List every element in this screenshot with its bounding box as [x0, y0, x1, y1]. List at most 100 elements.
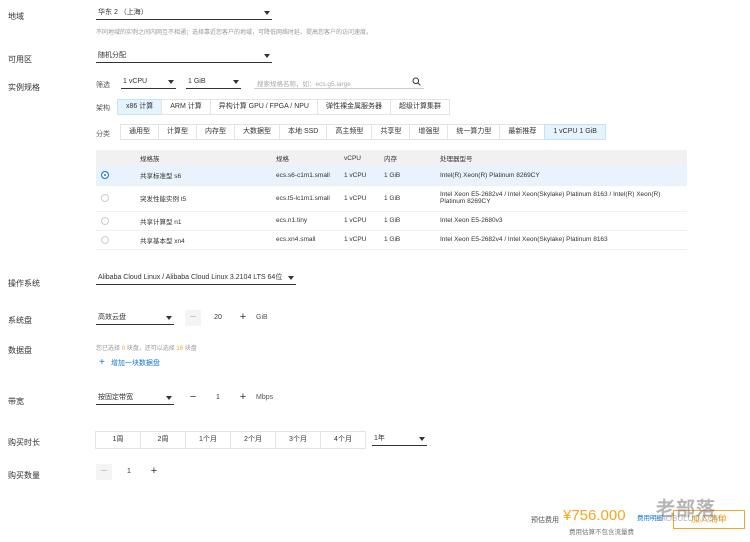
col-family: 规格族	[136, 150, 272, 166]
fee-note: 费用估算不包含流量费	[569, 529, 634, 536]
search-input[interactable]: 搜索规格名称，如：ecs.g5.large	[257, 78, 351, 88]
spec-table: 规格族 规格 vCPU 内存 处理器型号 共享标准型 s6 ecs.s6-c1m1…	[96, 150, 687, 250]
quantity-minus-button[interactable]: −	[96, 464, 112, 480]
cell-vcpu: 1 vCPU	[340, 230, 380, 250]
vcpu-select[interactable]: 1 vCPU	[121, 75, 176, 89]
sysdisk-type: 高效云盘	[98, 314, 126, 321]
quantity-input[interactable]: 1	[112, 464, 146, 480]
zone-label: 可用区	[8, 55, 32, 64]
table-row[interactable]: 共享计算型 n1 ecs.n1.tiny 1 vCPU 1 GiB Intel Xeon…	[96, 211, 687, 231]
sysdisk-label: 系统盘	[8, 316, 32, 325]
bandwidth-input[interactable]: 1	[201, 390, 235, 406]
col-cpu: 处理器型号	[436, 150, 687, 166]
bandwidth-unit: Mbps	[256, 394, 274, 401]
category-tab[interactable]: 增强型	[409, 124, 449, 140]
duration-label: 购买时长	[8, 438, 40, 447]
category-tab[interactable]: 最新推荐	[499, 124, 546, 140]
cell-family: 共享标准型 s6	[136, 166, 272, 186]
os-select[interactable]: Alibaba Cloud Linux / Alibaba Cloud Linu…	[96, 271, 296, 285]
region-hint: 不同地域的实例之间内网互不相通；选择靠近您客户的地域，可降低网络时延、提高您客户…	[96, 30, 373, 36]
category-tab[interactable]: 共享型	[371, 124, 411, 140]
category-tab[interactable]: 高主频型	[326, 124, 373, 140]
bandwidth-plus-button[interactable]: +	[235, 390, 251, 406]
duration-tab[interactable]: 2个月	[230, 431, 276, 449]
col-mem: 内存	[380, 150, 436, 166]
chevron-down-icon	[168, 80, 174, 84]
watermark-text: LAOBULUO.COM	[656, 514, 721, 523]
radio-button[interactable]	[101, 235, 109, 244]
radio-button[interactable]	[101, 171, 109, 180]
category-tab[interactable]: 大数据型	[234, 124, 280, 140]
arch-tab[interactable]: x86 计算	[117, 99, 163, 115]
radio-button[interactable]	[101, 194, 109, 202]
duration-tab[interactable]: 1周	[95, 431, 141, 449]
sysdisk-type-select[interactable]: 高效云盘	[96, 311, 174, 325]
arch-label: 架构	[96, 105, 110, 112]
col-vcpu: vCPU	[340, 150, 380, 166]
category-tab[interactable]: 本地 SSD	[279, 124, 328, 140]
cell-cpu: Intel Xeon E5-2680v3	[436, 211, 687, 231]
chevron-down-icon	[166, 396, 172, 400]
chevron-down-icon	[166, 316, 172, 320]
category-tab[interactable]: 通用型	[120, 124, 159, 140]
category-tab[interactable]: 内存型	[196, 124, 235, 140]
zone-select[interactable]: 随机分配	[96, 49, 272, 63]
duration-tabs: 1周 2周 1个月 2个月 3个月 4个月	[95, 431, 366, 449]
bandwidth-type-select[interactable]: 按固定带宽	[96, 391, 174, 405]
arch-tab[interactable]: 弹性裸金属服务器	[316, 99, 391, 115]
chevron-down-icon	[264, 54, 270, 58]
cell-vcpu: 1 vCPU	[340, 166, 380, 186]
cell-spec: ecs.n1.tiny	[272, 211, 340, 231]
spec-search[interactable]: 搜索规格名称，如：ecs.g5.large	[254, 75, 424, 89]
duration-select[interactable]: 1年	[372, 432, 427, 446]
quantity-label: 购买数量	[8, 471, 40, 480]
search-icon[interactable]	[412, 77, 421, 86]
cell-spec: ecs.t5-lc1m1.small	[272, 185, 340, 212]
arch-tab[interactable]: ARM 计算	[161, 99, 211, 115]
zone-value: 随机分配	[98, 52, 126, 59]
cat-label: 分类	[96, 131, 110, 138]
instance-label: 实例规格	[8, 83, 40, 92]
cell-family: 突发性能实例 t5	[136, 185, 272, 212]
chevron-down-icon	[264, 11, 270, 15]
sysdisk-plus-button[interactable]: +	[235, 310, 251, 326]
cell-mem: 1 GiB	[380, 166, 436, 186]
bandwidth-label: 带宽	[8, 397, 24, 406]
cell-spec: ecs.xn4.small	[272, 230, 340, 250]
cell-vcpu: 1 vCPU	[340, 211, 380, 231]
cell-cpu: Intel(R) Xeon(R) Platinum 8269CY	[436, 166, 687, 186]
fee-label: 预估费用	[531, 517, 559, 524]
chevron-down-icon	[419, 437, 425, 441]
sysdisk-unit: GiB	[256, 314, 268, 321]
table-row[interactable]: 共享基本型 xn4 ecs.xn4.small 1 vCPU 1 GiB Intel X…	[96, 230, 687, 250]
cell-vcpu: 1 vCPU	[340, 185, 380, 212]
table-row[interactable]: 共享标准型 s6 ecs.s6-c1m1.small 1 vCPU 1 GiB Inte…	[96, 166, 687, 186]
category-tab[interactable]: 统一算力型	[447, 124, 501, 140]
cell-mem: 1 GiB	[380, 211, 436, 231]
arch-tab[interactable]: 异构计算 GPU / FPGA / NPU	[209, 99, 318, 115]
mem-select[interactable]: 1 GiB	[186, 75, 241, 89]
radio-button[interactable]	[101, 216, 109, 225]
add-datadisk-button[interactable]: + 增加一块数据盘	[99, 357, 160, 368]
table-row[interactable]: 突发性能实例 t5 ecs.t5-lc1m1.small 1 vCPU 1 GiB In…	[96, 185, 687, 212]
quantity-plus-button[interactable]: +	[146, 464, 162, 480]
mem-value: 1 GiB	[188, 78, 206, 85]
category-tab[interactable]: 1 vCPU 1 GiB	[544, 124, 606, 140]
os-value: Alibaba Cloud Linux / Alibaba Cloud Linu…	[98, 274, 283, 281]
duration-tab[interactable]: 1个月	[185, 431, 231, 449]
region-select[interactable]: 华东 2 （上海）	[96, 6, 272, 20]
arch-tabs: x86 计算 ARM 计算 异构计算 GPU / FPGA / NPU 弹性裸金属服务…	[117, 99, 450, 115]
table-header: 规格族 规格 vCPU 内存 处理器型号	[96, 150, 687, 166]
cell-family: 共享基本型 xn4	[136, 230, 272, 250]
duration-tab[interactable]: 4个月	[320, 431, 366, 449]
category-tab[interactable]: 计算型	[158, 124, 197, 140]
filter-label: 筛选	[96, 82, 110, 89]
duration-tab[interactable]: 2周	[140, 431, 186, 449]
chevron-down-icon	[233, 80, 239, 84]
cell-family: 共享计算型 n1	[136, 211, 272, 231]
duration-tab[interactable]: 3个月	[275, 431, 321, 449]
sysdisk-minus-button[interactable]: −	[185, 310, 201, 326]
bandwidth-minus-button[interactable]: −	[185, 390, 201, 406]
sysdisk-size-input[interactable]: 20	[201, 310, 235, 326]
arch-tab[interactable]: 超级计算集群	[389, 99, 450, 115]
